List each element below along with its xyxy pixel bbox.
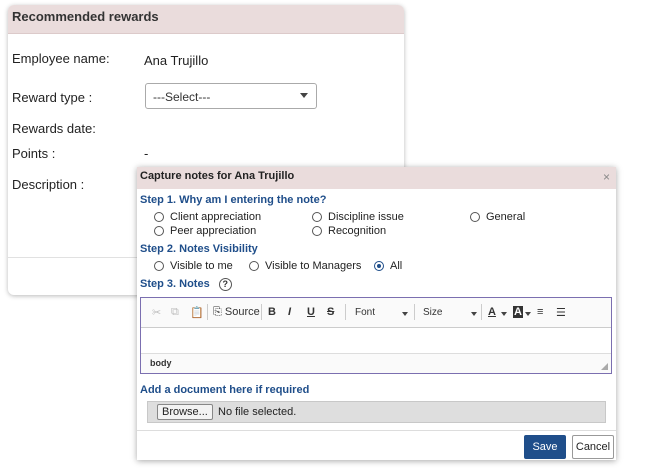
close-icon[interactable]: × [603, 170, 610, 184]
option-label: Discipline issue [328, 211, 404, 223]
cancel-button[interactable]: Cancel [572, 435, 614, 459]
rewards-date-label: Rewards date: [12, 121, 96, 136]
points-value: - [144, 146, 149, 161]
option-visible-to-managers[interactable]: Visible to Managers [249, 260, 361, 272]
reward-type-selected: ---Select--- [153, 90, 211, 104]
panel-title: Recommended rewards [12, 9, 159, 24]
option-recognition[interactable]: Recognition [312, 225, 386, 237]
option-discipline-issue[interactable]: Discipline issue [312, 211, 404, 223]
toolbar-separator [414, 304, 415, 320]
chevron-down-icon [501, 312, 507, 316]
step3-label: Step 3. Notes ? [140, 278, 232, 291]
option-peer-appreciation[interactable]: Peer appreciation [154, 225, 256, 237]
source-label: Source [224, 306, 260, 318]
option-label: All [390, 260, 403, 272]
toolbar-separator [207, 304, 208, 320]
radio-icon [312, 212, 322, 222]
reward-type-label: Reward type : [12, 90, 93, 105]
browse-button[interactable]: Browse... [157, 404, 213, 420]
editor-content-area[interactable] [141, 328, 611, 355]
toolbar-separator [481, 304, 482, 320]
bold-button[interactable]: B [268, 306, 276, 318]
cut-icon[interactable]: ✂ [152, 306, 161, 319]
modal-title: Capture notes for Ana Trujillo [140, 170, 295, 182]
toolbar-separator [345, 304, 346, 320]
option-all[interactable]: All [374, 260, 402, 272]
employee-name-label: Employee name: [12, 51, 110, 66]
points-label: Points : [12, 146, 56, 161]
notes-editor: ✂ ⧉ 📋 ⎘ Source B I U S Font Size A A ≡ ☰… [140, 297, 612, 374]
numbered-list-icon[interactable]: ≡ [537, 306, 543, 318]
option-label: Visible to Managers [265, 260, 362, 272]
radio-icon [154, 261, 164, 271]
chevron-down-icon [402, 312, 408, 316]
file-input[interactable]: Browse... No file selected. [147, 401, 606, 423]
option-label: Peer appreciation [170, 225, 257, 237]
file-status: No file selected. [218, 406, 297, 418]
capture-notes-modal: Capture notes for Ana Trujillo × Step 1.… [137, 167, 616, 460]
editor-toolbar: ✂ ⧉ 📋 ⎘ Source B I U S Font Size A A ≡ ☰ [141, 298, 611, 328]
chevron-down-icon [471, 312, 477, 316]
bulleted-list-icon[interactable]: ☰ [556, 306, 566, 319]
radio-icon [154, 212, 164, 222]
element-path[interactable]: body [150, 358, 172, 368]
italic-button[interactable]: I [288, 306, 291, 318]
size-dropdown[interactable]: Size [423, 307, 442, 318]
underline-button[interactable]: U [307, 306, 315, 318]
background-color-button[interactable]: A [513, 306, 523, 318]
chevron-down-icon [300, 93, 308, 98]
reward-type-select[interactable]: ---Select--- [145, 83, 317, 109]
document-label: Add a document here if required [140, 384, 310, 396]
chevron-down-icon [525, 312, 531, 316]
strikethrough-button[interactable]: S [327, 306, 334, 318]
radio-icon [154, 226, 164, 236]
option-visible-to-me[interactable]: Visible to me [154, 260, 233, 272]
save-button[interactable]: Save [524, 435, 566, 459]
editor-status-bar: body [141, 353, 611, 373]
option-label: Client appreciation [170, 211, 262, 223]
toolbar-separator [261, 304, 262, 320]
paste-icon[interactable]: 📋 [190, 306, 204, 319]
description-label: Description : [12, 177, 85, 192]
employee-name-value: Ana Trujillo [144, 53, 209, 68]
option-client-appreciation[interactable]: Client appreciation [154, 211, 261, 223]
radio-icon [312, 226, 322, 236]
copy-icon[interactable]: ⧉ [171, 306, 179, 319]
help-icon[interactable]: ? [218, 278, 232, 291]
radio-icon [470, 212, 480, 222]
option-label: Recognition [328, 225, 387, 237]
radio-icon [249, 261, 259, 271]
source-button[interactable]: ⎘ Source [213, 306, 260, 319]
option-general[interactable]: General [470, 211, 525, 223]
modal-footer-divider [137, 430, 616, 431]
resize-handle-icon[interactable] [601, 363, 608, 370]
text-color-button[interactable]: A [488, 306, 496, 318]
step1-label: Step 1. Why am I entering the note? [140, 194, 327, 206]
step2-label: Step 2. Notes Visibility [140, 243, 258, 255]
option-label: Visible to me [170, 260, 233, 272]
radio-checked-icon [374, 261, 384, 271]
font-dropdown[interactable]: Font [355, 307, 375, 318]
option-label: General [486, 211, 526, 223]
step3-text: Step 3. Notes [140, 278, 210, 290]
source-icon: ⎘ [213, 306, 222, 318]
